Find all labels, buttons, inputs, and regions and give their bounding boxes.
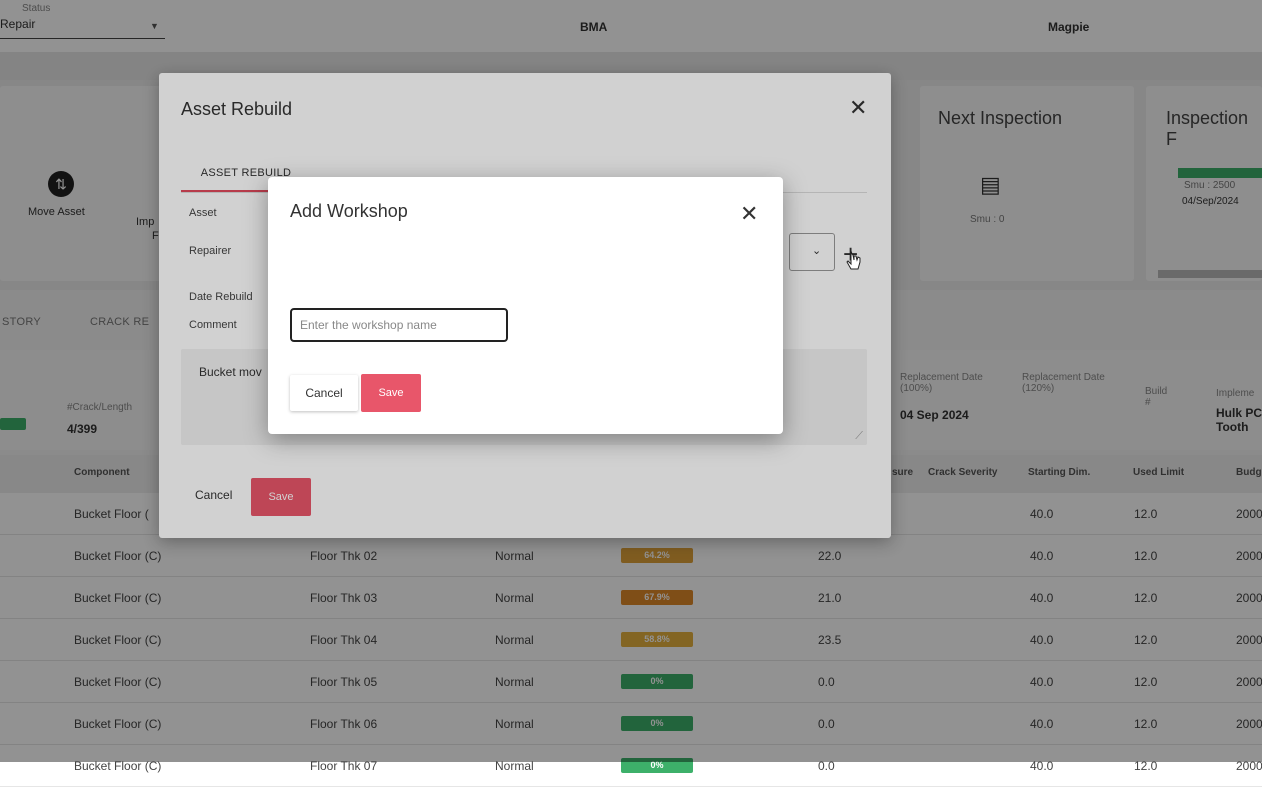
add-workshop-modal: Add Workshop ✕ Cancel Save — [268, 177, 783, 434]
workshop-cancel-button[interactable]: Cancel — [290, 375, 358, 411]
close-icon[interactable]: ✕ — [740, 203, 758, 225]
workshop-save-button[interactable]: Save — [361, 374, 421, 412]
mouse-pointer-icon — [846, 250, 861, 270]
workshop-name-input[interactable] — [290, 308, 508, 342]
add-workshop-title: Add Workshop — [290, 201, 408, 221]
